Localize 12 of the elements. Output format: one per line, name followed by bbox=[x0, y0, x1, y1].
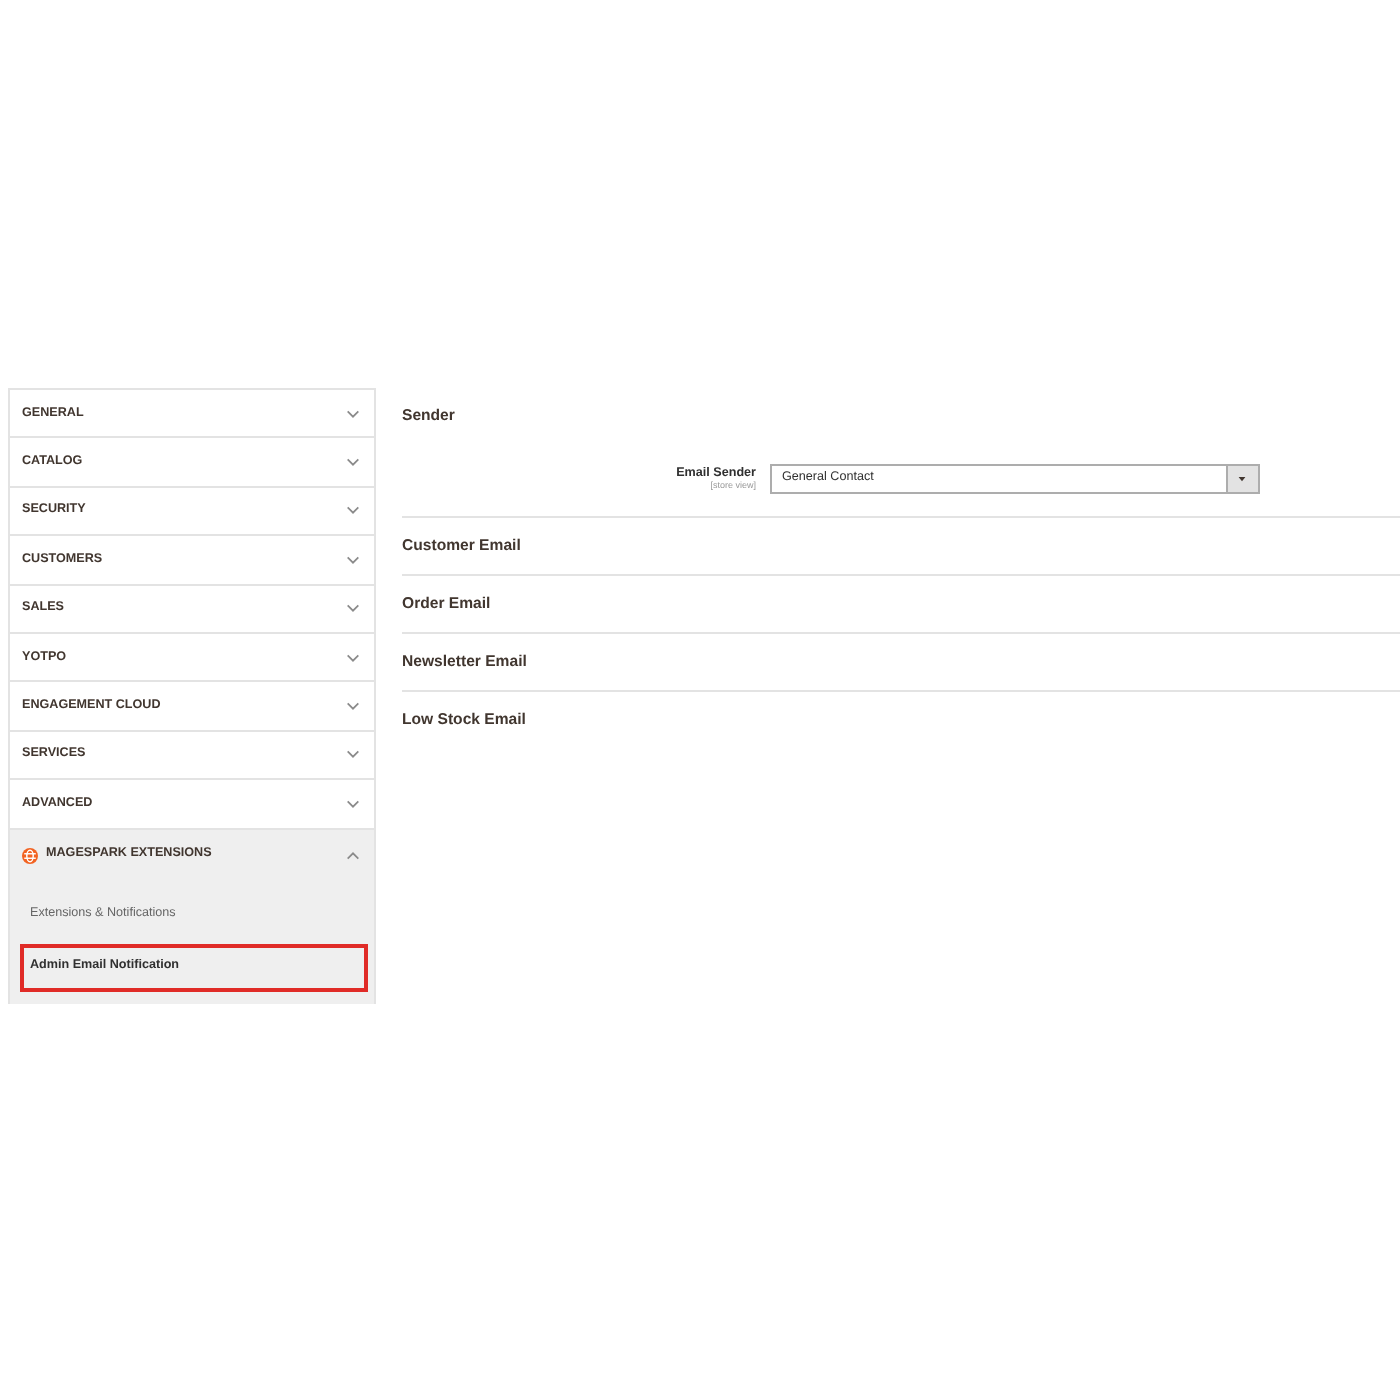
chevron-icon bbox=[346, 799, 360, 808]
globe-icon bbox=[22, 847, 38, 864]
chevron-icon bbox=[346, 702, 360, 711]
chevron-icon bbox=[346, 409, 360, 418]
chevron-icon bbox=[346, 458, 360, 467]
chevron-icon bbox=[346, 851, 360, 860]
chevron-icon bbox=[346, 653, 360, 662]
dropdown-caret-icon[interactable] bbox=[1226, 466, 1258, 492]
chevron-icon bbox=[346, 555, 360, 564]
chevron-icon bbox=[346, 750, 360, 759]
chevron-icon bbox=[346, 506, 360, 515]
chevron-icon bbox=[346, 604, 360, 613]
